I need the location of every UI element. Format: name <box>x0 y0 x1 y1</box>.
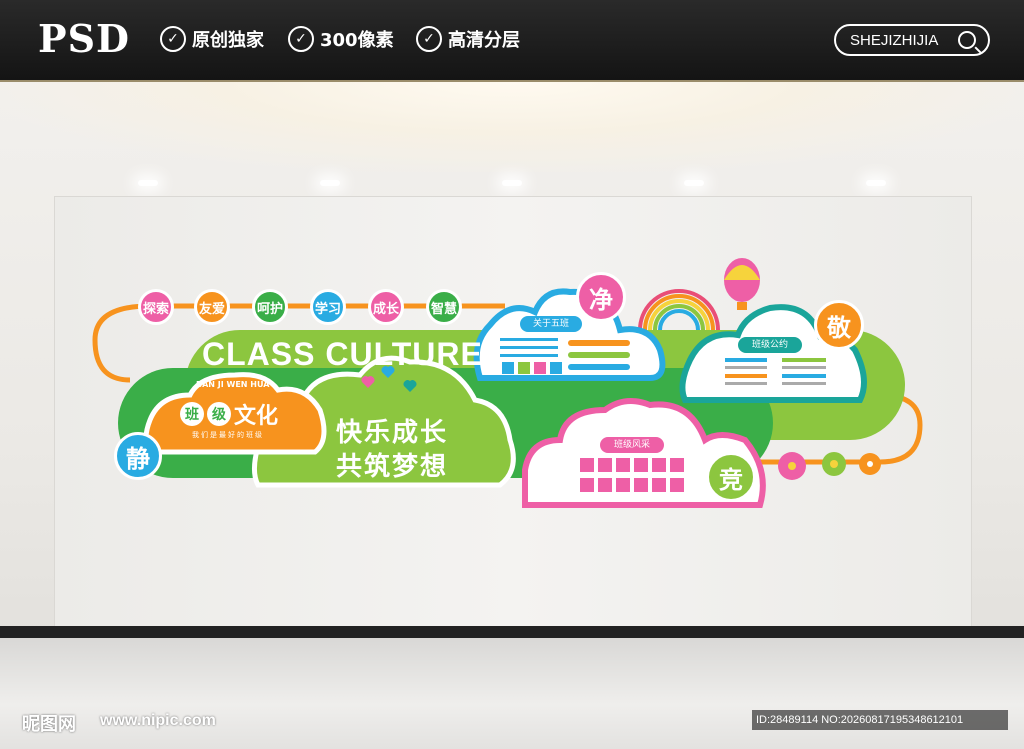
culture-wall-graphic <box>92 258 923 508</box>
slogan-line-1: 快乐成长 <box>336 418 449 448</box>
flower-icon <box>778 452 806 480</box>
char-bubble-jing-compete: 竞 <box>706 452 756 502</box>
flower-icon <box>822 452 846 476</box>
rainbow-icon <box>638 289 720 331</box>
flower-icon <box>859 453 881 475</box>
tag-growth: 成长 <box>368 289 404 325</box>
image-id-bar: ID:28489114 NO:20260817195348612101 <box>752 710 1008 730</box>
board-label-rules: 班级公约 <box>738 337 802 353</box>
title-en: CLASS CULTURE <box>202 336 483 372</box>
class-slogan-small: 我们是最好的班级 <box>192 431 264 439</box>
pinyin-subtitle: BAN JI WEN HUA <box>196 380 270 389</box>
site-logo: 昵图网 <box>22 714 76 735</box>
char-bubble-jing-clean: 净 <box>576 272 626 322</box>
class-title: 班 级 文化 <box>180 398 278 430</box>
tag-friendship: 友爱 <box>194 289 230 325</box>
tag-care: 呵护 <box>252 289 288 325</box>
site-url[interactable]: www.nipic.com <box>100 712 216 730</box>
char-bubble-jing-quiet: 静 <box>114 432 162 480</box>
tag-study: 学习 <box>310 289 346 325</box>
board-label-about: 关于五班 <box>520 316 582 332</box>
tag-wisdom: 智慧 <box>426 289 462 325</box>
hot-air-balloon-icon <box>724 258 760 310</box>
tag-explore: 探索 <box>138 289 174 325</box>
board-label-style: 班级风采 <box>600 437 664 453</box>
char-bubble-jing-respect: 敬 <box>814 300 864 350</box>
slogan-line-2: 共筑梦想 <box>336 452 449 482</box>
